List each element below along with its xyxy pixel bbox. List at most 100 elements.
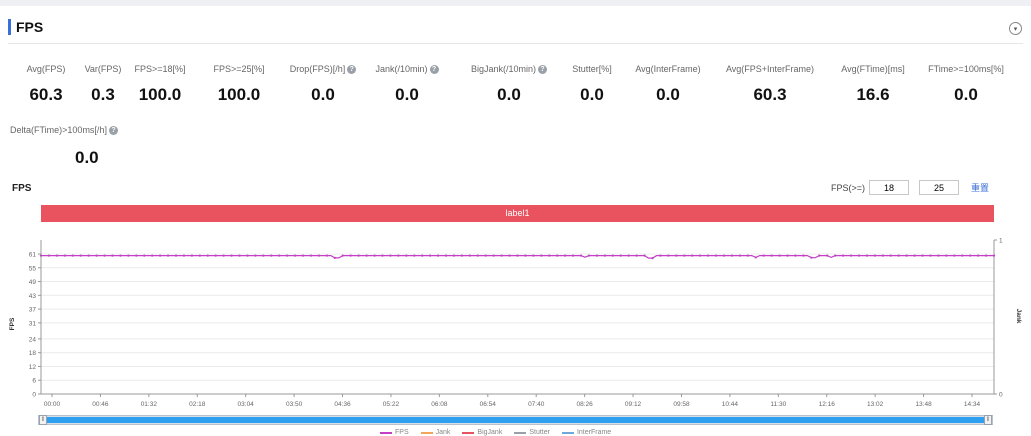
metric: Delta(FTime)>100ms[/h]? 0.0 bbox=[10, 125, 150, 168]
fps-point bbox=[659, 254, 662, 257]
metric-label: FTime>=100ms[%] bbox=[906, 64, 1026, 74]
slider-handle-right[interactable]: ⦀ bbox=[984, 415, 992, 425]
fps-point bbox=[730, 254, 734, 257]
fps-point bbox=[333, 256, 336, 260]
x-tick-label: 02:18 bbox=[189, 401, 206, 408]
y-tick-label: 55 bbox=[29, 265, 37, 272]
fps-point bbox=[103, 254, 106, 257]
fps-point bbox=[389, 254, 392, 257]
fps-point bbox=[87, 254, 90, 257]
fps-point bbox=[365, 254, 368, 257]
fps-point bbox=[325, 254, 328, 257]
fps-point bbox=[707, 254, 710, 257]
range-slider-fill[interactable] bbox=[47, 417, 984, 423]
y2-tick-label: 1 bbox=[999, 238, 1003, 245]
fps-point bbox=[79, 254, 82, 257]
threshold-input-2[interactable] bbox=[919, 180, 960, 195]
fps-point bbox=[603, 254, 606, 257]
fps-point bbox=[262, 254, 265, 257]
fps-point bbox=[317, 254, 321, 257]
fps-point bbox=[397, 254, 400, 257]
fps-point bbox=[436, 254, 440, 257]
fps-point bbox=[301, 254, 305, 257]
y-tick-label: 31 bbox=[29, 320, 37, 327]
legend-swatch bbox=[420, 431, 433, 434]
fps-point bbox=[278, 254, 281, 257]
fps-point bbox=[905, 254, 908, 257]
x-tick-label: 06:08 bbox=[431, 401, 448, 408]
fps-point bbox=[714, 254, 718, 257]
fps-point bbox=[738, 254, 741, 257]
metric-label-text: FPS>=25[%] bbox=[213, 64, 265, 74]
fps-point bbox=[818, 254, 821, 257]
slider-handle-left[interactable]: ⦀ bbox=[39, 415, 47, 425]
fps-point bbox=[159, 254, 162, 257]
top-strip bbox=[0, 0, 1031, 6]
fps-point bbox=[484, 254, 487, 257]
x-tick-label: 00:46 bbox=[92, 401, 109, 408]
reset-link[interactable]: 重置 bbox=[971, 181, 989, 194]
fps-point bbox=[826, 254, 829, 257]
fps-point bbox=[460, 254, 464, 257]
fps-point bbox=[579, 254, 583, 257]
fps-point bbox=[246, 254, 249, 257]
chevron-down-icon[interactable]: ▾ bbox=[1009, 22, 1022, 35]
x-tick-label: 13:02 bbox=[867, 401, 884, 408]
fps-point bbox=[39, 254, 43, 257]
x-tick-label: 11:30 bbox=[770, 401, 786, 408]
x-tick-label: 03:04 bbox=[238, 401, 255, 408]
fps-point bbox=[127, 254, 130, 257]
fps-point bbox=[357, 254, 360, 257]
fps-point bbox=[556, 254, 559, 257]
metric-label-text: BigJank(/10min) bbox=[470, 64, 537, 74]
fps-point bbox=[667, 254, 670, 257]
fps-point bbox=[691, 254, 694, 257]
metric-label-text: FTime>=100ms[%] bbox=[928, 64, 1004, 74]
x-tick-label: 08:26 bbox=[576, 401, 593, 408]
fps-point bbox=[47, 254, 51, 257]
metric-label-text: Drop(FPS)[/h] bbox=[289, 64, 346, 74]
fps-point bbox=[540, 254, 543, 257]
fps-point bbox=[294, 254, 297, 257]
fps-point bbox=[635, 254, 638, 257]
fps-point bbox=[969, 254, 972, 257]
x-tick-label: 12:16 bbox=[819, 401, 836, 408]
y-tick-label: 0 bbox=[32, 392, 36, 399]
fps-point bbox=[166, 254, 170, 257]
fps-point bbox=[206, 254, 209, 257]
fps-point bbox=[548, 254, 551, 257]
chart-title: FPS bbox=[12, 183, 32, 194]
fps-point bbox=[341, 254, 344, 257]
fps-point bbox=[524, 254, 527, 257]
range-slider[interactable]: ⦀ ⦀ bbox=[38, 415, 993, 425]
metric-label-text: Jank(/10min) bbox=[375, 64, 428, 74]
fps-point bbox=[651, 257, 654, 260]
metric: Avg(FPS+InterFrame) 60.3 bbox=[710, 64, 830, 105]
x-tick-label: 03:50 bbox=[286, 401, 303, 408]
divider bbox=[8, 43, 1023, 44]
fps-point bbox=[857, 254, 861, 257]
fps-point bbox=[405, 254, 408, 257]
x-tick-label: 05:22 bbox=[383, 401, 400, 408]
fps-point bbox=[309, 254, 313, 257]
metric-label: Delta(FTime)>100ms[/h]? bbox=[10, 125, 150, 135]
help-icon[interactable]: ? bbox=[429, 64, 439, 74]
fps-point bbox=[945, 254, 948, 257]
fps-point bbox=[476, 254, 479, 257]
fps-point bbox=[865, 254, 869, 257]
x-tick-label: 10:44 bbox=[722, 401, 739, 408]
fps-point bbox=[516, 254, 519, 257]
fps-point bbox=[421, 254, 424, 257]
fps-point bbox=[55, 254, 58, 257]
label-bar[interactable]: label1 bbox=[41, 205, 994, 222]
fps-line-chart: 0 6 12 18 24 31 37 43 49 55 61 0 1 FPS Jank 00:00 00:46 0… bbox=[9, 238, 1022, 409]
x-tick-label: 06:54 bbox=[480, 401, 497, 408]
fps-point bbox=[373, 254, 376, 257]
x-tick-label: 14:34 bbox=[964, 401, 981, 408]
fps-point bbox=[842, 254, 845, 257]
y-tick-label: 6 bbox=[32, 378, 36, 385]
y-tick-label: 24 bbox=[29, 336, 37, 343]
threshold-input-1[interactable] bbox=[869, 180, 910, 195]
help-icon[interactable]: ? bbox=[108, 125, 118, 135]
fps-point bbox=[992, 254, 996, 257]
